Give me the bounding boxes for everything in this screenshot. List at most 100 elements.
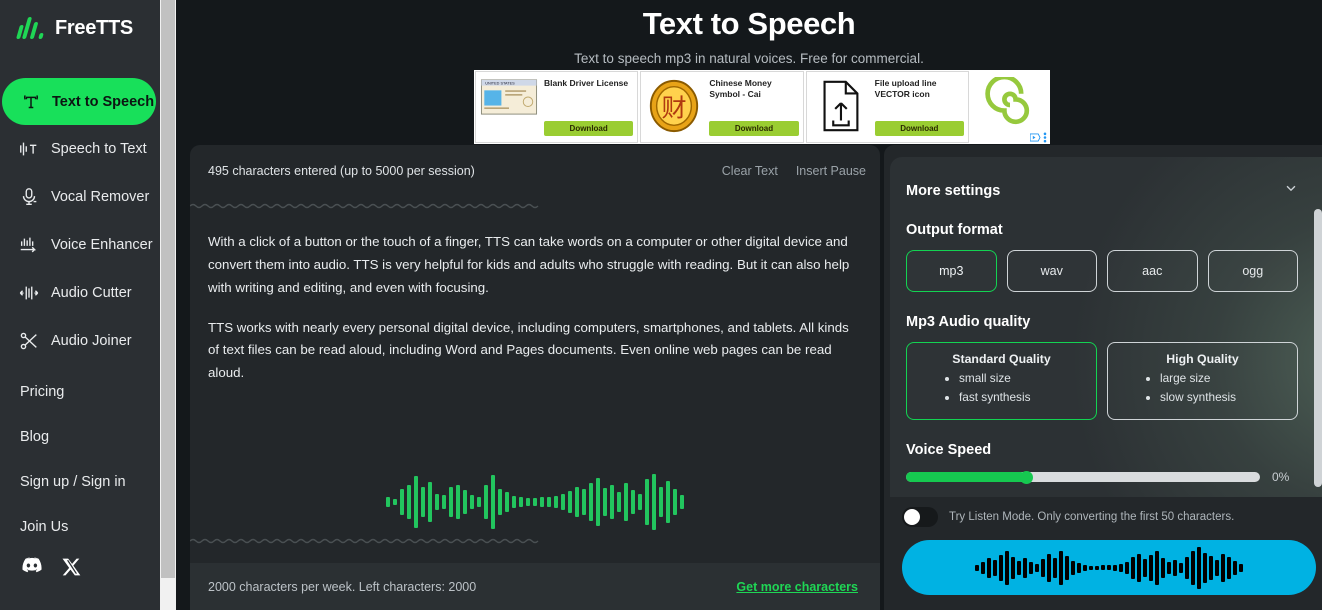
wavy-divider-bottom (190, 532, 880, 550)
voice-speed-value: 0% (1272, 470, 1290, 484)
editor-actions: Clear Text Insert Pause (722, 164, 866, 178)
format-option-aac[interactable]: aac (1107, 250, 1198, 292)
voice-speed-label: Voice Speed (906, 442, 992, 458)
editor-toolbar: 495 characters entered (up to 5000 per s… (190, 145, 880, 197)
microphone-icon (18, 186, 40, 208)
sidebar-scrollbar-thumb[interactable] (161, 0, 175, 578)
app-root: FreeTTS Text to Speech Speech to Text Vo… (0, 0, 1322, 610)
sidebar-item-label: Speech to Text (51, 141, 147, 157)
svg-text:财: 财 (662, 94, 687, 123)
sidebar-scrollbar[interactable] (160, 0, 176, 610)
sidebar-item-voice-enhancer[interactable]: Voice Enhancer (0, 221, 160, 269)
brand-name: FreeTTS (55, 16, 133, 39)
sidebar-link-label: Pricing (20, 383, 65, 400)
sidebar-link-signup-signin[interactable]: Sign up / Sign in (0, 459, 160, 504)
quality-option-title: High Quality (1166, 352, 1239, 366)
editor-paragraph: With a click of a button or the touch of… (208, 234, 850, 295)
main-content: Text to Speech Text to speech mp3 in nat… (176, 0, 1322, 610)
id-card-thumb: UNITED STATES (480, 78, 538, 136)
ad-card[interactable]: File upload line VECTOR icon Download (805, 71, 969, 143)
sidebar-item-label: Audio Cutter (51, 285, 132, 301)
green-spiral-logo (982, 74, 1038, 138)
quality-option-standard[interactable]: Standard Quality small size fast synthes… (906, 342, 1097, 420)
settings-title: More settings (906, 182, 1001, 199)
settings-inner: More settings Output format mp3 wav aac … (890, 157, 1322, 497)
listen-mode-toggle[interactable] (902, 507, 938, 527)
quality-bullet: slow synthesis (1160, 388, 1297, 407)
discord-icon[interactable] (20, 557, 42, 582)
ad-card-title: Blank Driver License (544, 78, 629, 88)
editor-paragraph: TTS works with nearly every personal dig… (208, 319, 849, 381)
ad-card[interactable]: UNITED STATES Blank Driver License Downl… (475, 71, 639, 143)
output-format-options: mp3 wav aac ogg (906, 250, 1298, 292)
voice-speed-slider[interactable] (906, 470, 1260, 484)
output-format-label: Output format (906, 222, 1003, 238)
text-editor-content[interactable]: With a click of a button or the touch of… (190, 205, 880, 385)
quality-option-high[interactable]: High Quality large size slow synthesis (1107, 342, 1298, 420)
ad-download-button[interactable]: Download (874, 121, 964, 136)
listen-mode-label: Try Listen Mode. Only converting the fir… (949, 511, 1235, 523)
ad-card-text: File upload line VECTOR icon Download (874, 78, 964, 136)
page-title: Text to Speech (642, 6, 856, 41)
speech-to-text-icon (18, 138, 40, 160)
sidebar-item-audio-joiner[interactable]: Audio Joiner (0, 317, 160, 365)
editor-footer: 2000 characters per week. Left character… (190, 563, 880, 610)
format-option-mp3[interactable]: mp3 (906, 250, 997, 292)
sidebar-item-label: Audio Joiner (51, 333, 132, 349)
sidebar-item-text-to-speech[interactable]: Text to Speech (2, 78, 156, 125)
ad-download-button[interactable]: Download (544, 121, 634, 136)
quality-bullet: large size (1160, 369, 1297, 388)
listen-mode-row[interactable]: Try Listen Mode. Only converting the fir… (902, 507, 1234, 527)
social-links (0, 549, 160, 582)
sidebar-link-join-us[interactable]: Join Us (0, 504, 160, 549)
x-twitter-icon[interactable] (62, 557, 82, 582)
clear-text-button[interactable]: Clear Text (722, 164, 778, 178)
sidebar-link-label: Sign up / Sign in (20, 473, 126, 490)
sidebar-link-blog[interactable]: Blog (0, 414, 160, 459)
adchoices-icon[interactable] (1029, 132, 1047, 143)
ad-banner[interactable]: UNITED STATES Blank Driver License Downl… (474, 70, 1050, 144)
ad-download-button[interactable]: Download (709, 121, 799, 136)
file-upload-thumb (811, 78, 869, 136)
insert-pause-button[interactable]: Insert Pause (796, 164, 866, 178)
scissors-icon (18, 330, 40, 352)
sidebar-link-label: Blog (20, 428, 50, 445)
audio-cutter-icon (18, 282, 40, 304)
slider-thumb[interactable] (1019, 470, 1033, 484)
page-subtitle: Text to speech mp3 in natural voices. Fr… (574, 51, 924, 66)
ad-card-text: Chinese Money Symbol - Cai Download (709, 78, 799, 136)
settings-header[interactable]: More settings (906, 181, 1298, 200)
voice-enhancer-icon (18, 234, 40, 256)
chevron-down-icon[interactable] (1284, 181, 1298, 200)
svg-text:UNITED STATES: UNITED STATES (485, 82, 515, 86)
ad-card-title: File upload line VECTOR icon (874, 78, 937, 99)
ad-card-text: Blank Driver License Download (544, 78, 634, 136)
text-editor-panel: 495 characters entered (up to 5000 per s… (190, 145, 880, 610)
quality-bullet: small size (959, 369, 1096, 388)
sidebar-item-vocal-remover[interactable]: Vocal Remover (0, 173, 160, 221)
ad-brand-logo[interactable] (970, 70, 1050, 144)
quality-option-bullets: large size slow synthesis (1160, 369, 1297, 407)
ad-card[interactable]: 财 Chinese Money Symbol - Cai Download (640, 71, 804, 143)
sidebar-item-audio-cutter[interactable]: Audio Cutter (0, 269, 160, 317)
characters-remaining-label: 2000 characters per week. Left character… (208, 579, 477, 594)
get-more-characters-link[interactable]: Get more characters (736, 580, 858, 594)
freetts-logo-icon (15, 15, 46, 41)
sidebar-link-label: Join Us (20, 518, 69, 535)
brand[interactable]: FreeTTS (0, 0, 160, 46)
audio-quality-label: Mp3 Audio quality (906, 314, 1031, 330)
format-option-wav[interactable]: wav (1006, 250, 1097, 292)
sidebar-item-label: Voice Enhancer (51, 237, 153, 253)
format-option-ogg[interactable]: ogg (1207, 250, 1298, 292)
settings-scrollbar[interactable] (1314, 209, 1322, 487)
ad-card-title: Chinese Money Symbol - Cai (709, 78, 772, 99)
sidebar-link-pricing[interactable]: Pricing (0, 369, 160, 414)
sidebar-item-label: Text to Speech (52, 93, 155, 110)
quality-bullet: fast synthesis (959, 388, 1096, 407)
sidebar: FreeTTS Text to Speech Speech to Text Vo… (0, 0, 160, 610)
character-count-label: 495 characters entered (up to 5000 per s… (208, 164, 475, 178)
wavy-divider-top (190, 197, 880, 209)
slider-fill (906, 472, 1027, 482)
convert-waveform-button[interactable] (902, 540, 1316, 595)
sidebar-item-speech-to-text[interactable]: Speech to Text (0, 125, 160, 173)
